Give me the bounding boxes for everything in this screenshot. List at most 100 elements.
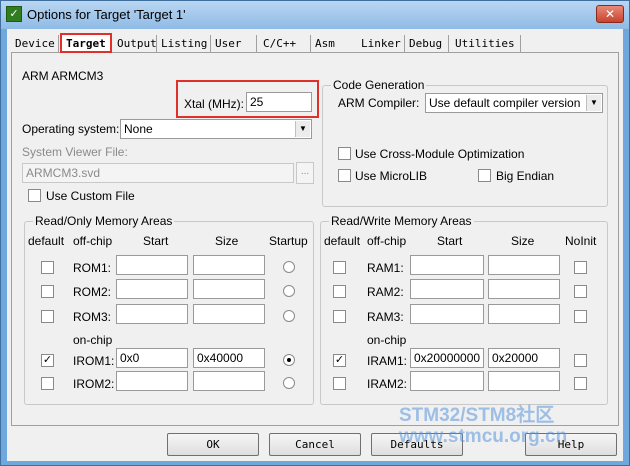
- rom3-size-input[interactable]: [193, 304, 265, 324]
- ram3-size-input[interactable]: [488, 304, 560, 324]
- irom2-start-input[interactable]: [116, 371, 188, 391]
- rom-start-header: Start: [143, 234, 169, 248]
- irom2-startup-radio[interactable]: [283, 377, 295, 389]
- tab-output[interactable]: Output: [113, 35, 157, 53]
- rom-default-header: default: [28, 234, 65, 248]
- irom1-size-input[interactable]: 0x40000: [193, 348, 265, 368]
- rom2-size-input[interactable]: [193, 279, 265, 299]
- ram-offchip-header: off-chip: [367, 234, 407, 248]
- ram3-start-input[interactable]: [410, 304, 484, 324]
- rom-startup-header: Startup: [269, 234, 308, 248]
- ram-areas-group: Read/Write Memory Areas default off-chip…: [320, 214, 608, 405]
- tab-c-cpp[interactable]: C/C++: [259, 35, 311, 53]
- cancel-button[interactable]: Cancel: [269, 433, 361, 456]
- use-custom-file-checkbox[interactable]: [28, 189, 41, 202]
- xtal-input[interactable]: 25: [246, 92, 312, 112]
- os-select[interactable]: None ▼: [120, 119, 312, 139]
- ram3-noinit-checkbox[interactable]: [574, 310, 587, 323]
- irom2-size-input[interactable]: [193, 371, 265, 391]
- irom1-start-input[interactable]: 0x0: [116, 348, 188, 368]
- ram1-size-input[interactable]: [488, 255, 560, 275]
- ok-button[interactable]: OK: [167, 433, 259, 456]
- target-tab-panel: ARM ARMCM3 Xtal (MHz): 25 Operating syst…: [11, 52, 619, 426]
- ram1-start-input[interactable]: [410, 255, 484, 275]
- ram2-start-input[interactable]: [410, 279, 484, 299]
- rom-offchip-header: off-chip: [73, 234, 113, 248]
- rom1-startup-radio[interactable]: [283, 261, 295, 273]
- ram2-noinit-checkbox[interactable]: [574, 285, 587, 298]
- rom3-start-input[interactable]: [116, 304, 188, 324]
- big-endian-label: Big Endian: [496, 169, 555, 183]
- ram-default-header: default: [324, 234, 361, 248]
- ram2-size-input[interactable]: [488, 279, 560, 299]
- rom-areas-group: Read/Only Memory Areas default off-chip …: [24, 214, 314, 405]
- iram2-noinit-checkbox[interactable]: [574, 377, 587, 390]
- cross-module-label: Use Cross-Module Optimization: [355, 147, 525, 161]
- iram1-start-input[interactable]: 0x20000000: [410, 348, 484, 368]
- arm-compiler-select[interactable]: Use default compiler version ▼: [425, 93, 603, 113]
- rom2-startup-radio[interactable]: [283, 285, 295, 297]
- svd-label: System Viewer File:: [22, 145, 128, 159]
- tab-target[interactable]: Target: [60, 33, 112, 53]
- ram3-default-checkbox[interactable]: [333, 310, 346, 323]
- tab-utilities[interactable]: Utilities: [451, 35, 521, 53]
- ram3-label: RAM3:: [367, 310, 404, 324]
- tab-listing[interactable]: Listing: [157, 35, 211, 53]
- cross-module-checkbox[interactable]: [338, 147, 351, 160]
- ram2-default-checkbox[interactable]: [333, 285, 346, 298]
- irom1-default-checkbox[interactable]: ✓: [41, 354, 54, 367]
- microlib-label: Use MicroLIB: [355, 169, 428, 183]
- irom2-label: IROM2:: [73, 377, 115, 391]
- ram1-noinit-checkbox[interactable]: [574, 261, 587, 274]
- rom-size-header: Size: [215, 234, 239, 248]
- device-name: ARM ARMCM3: [22, 69, 104, 83]
- rom-onchip-label: on-chip: [73, 333, 113, 347]
- big-endian-checkbox[interactable]: [478, 169, 491, 182]
- options-dialog: ✓ Options for Target 'Target 1' ✕ Device…: [0, 0, 630, 466]
- svd-input[interactable]: ARMCM3.svd: [22, 163, 294, 183]
- ram1-default-checkbox[interactable]: [333, 261, 346, 274]
- close-button[interactable]: ✕: [596, 5, 624, 23]
- keil-app-icon: ✓: [6, 6, 22, 22]
- rom3-default-checkbox[interactable]: [41, 310, 54, 323]
- microlib-checkbox[interactable]: [338, 169, 351, 182]
- arm-compiler-label: ARM Compiler:: [338, 96, 420, 110]
- dialog-client: Device Target Output Listing User C/C++ …: [7, 29, 623, 461]
- rom1-label: ROM1:: [73, 261, 112, 275]
- ram-onchip-label: on-chip: [367, 333, 407, 347]
- iram2-size-input[interactable]: [488, 371, 560, 391]
- irom2-default-checkbox[interactable]: [41, 377, 54, 390]
- rom3-label: ROM3:: [73, 310, 112, 324]
- site-watermark: STM32/STM8社区 www.stmcu.org.cn: [399, 405, 567, 447]
- chevron-down-icon: ▼: [295, 121, 310, 137]
- iram1-noinit-checkbox[interactable]: [574, 354, 587, 367]
- rom-areas-title: Read/Only Memory Areas: [33, 214, 175, 228]
- rom2-start-input[interactable]: [116, 279, 188, 299]
- rom3-startup-radio[interactable]: [283, 310, 295, 322]
- use-custom-file-label: Use Custom File: [46, 189, 135, 203]
- rom1-size-input[interactable]: [193, 255, 265, 275]
- svd-browse-button[interactable]: ...: [296, 162, 314, 184]
- iram1-default-checkbox[interactable]: ✓: [333, 354, 346, 367]
- code-generation-group: Code Generation ARM Compiler: Use defaul…: [322, 78, 608, 207]
- rom1-start-input[interactable]: [116, 255, 188, 275]
- xtal-label: Xtal (MHz):: [184, 97, 244, 111]
- watermark-line-1: STM32/STM8社区: [399, 405, 555, 426]
- ram1-label: RAM1:: [367, 261, 404, 275]
- iram2-default-checkbox[interactable]: [333, 377, 346, 390]
- tab-asm[interactable]: Asm: [311, 35, 361, 53]
- iram1-label: IRAM1:: [367, 354, 408, 368]
- rom1-default-checkbox[interactable]: [41, 261, 54, 274]
- tab-user[interactable]: User: [211, 35, 257, 53]
- iram2-start-input[interactable]: [410, 371, 484, 391]
- tab-device[interactable]: Device: [11, 35, 59, 53]
- irom1-startup-radio[interactable]: [283, 354, 295, 366]
- radio-selected-dot: [287, 358, 291, 362]
- ram-areas-title: Read/Write Memory Areas: [329, 214, 474, 228]
- title-bar[interactable]: ✓ Options for Target 'Target 1' ✕: [1, 1, 629, 29]
- ram-size-header: Size: [511, 234, 535, 248]
- rom2-default-checkbox[interactable]: [41, 285, 54, 298]
- tab-linker[interactable]: Linker: [357, 35, 405, 53]
- tab-debug[interactable]: Debug: [405, 35, 449, 53]
- iram1-size-input[interactable]: 0x20000: [488, 348, 560, 368]
